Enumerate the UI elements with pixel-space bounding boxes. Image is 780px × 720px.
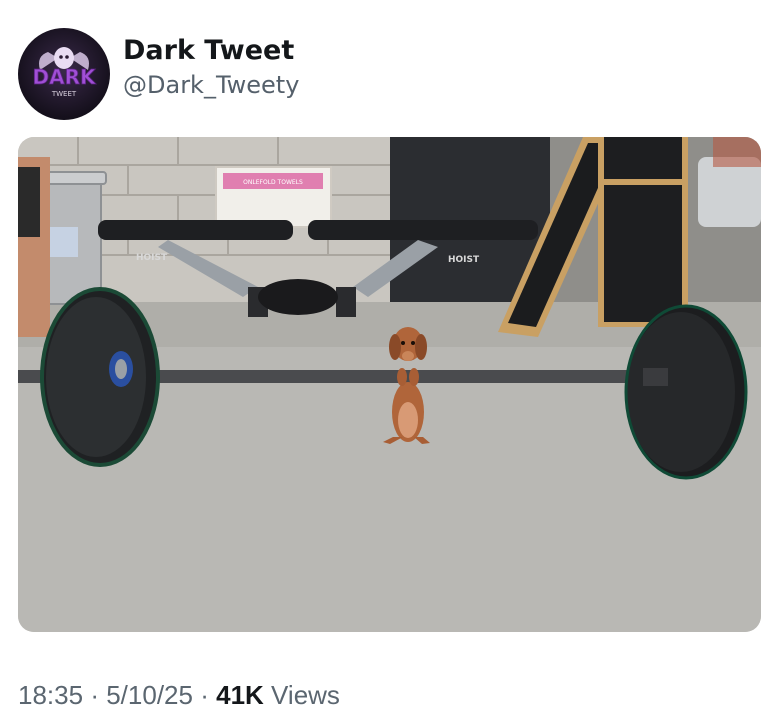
avatar-wordmark: DARK: [33, 65, 97, 89]
views-count[interactable]: 41K: [216, 680, 264, 710]
meta-separator: ·: [90, 680, 99, 710]
author-handle[interactable]: @Dark_Tweety: [123, 68, 299, 102]
towel-box-label: ONLEFOLD TOWELS: [243, 179, 303, 186]
author-avatar[interactable]: DARK TWEET: [18, 28, 110, 120]
tweet-photo[interactable]: ONLEFOLD TOWELS HOIST HOIST: [18, 137, 761, 632]
parked-car: [698, 157, 761, 227]
tweet-date[interactable]: 5/10/25: [106, 680, 193, 710]
barbell-bar: [118, 370, 663, 383]
bench-brand-right: HOIST: [448, 255, 480, 265]
tweet-meta: 18:35 · 5/10/25 · 41K Views: [18, 680, 340, 711]
author-display-name[interactable]: Dark Tweet: [123, 34, 299, 68]
tweet-header: DARK TWEET Dark Tweet @Dark_Tweety: [18, 28, 758, 124]
left-weight-plate: [40, 287, 160, 467]
avatar-ghost-icon: DARK TWEET: [32, 47, 97, 98]
views-label: Views: [271, 680, 340, 710]
bench-brand-left: HOIST: [136, 253, 168, 263]
photo-scene: ONLEFOLD TOWELS HOIST HOIST: [18, 137, 761, 632]
meta-separator: ·: [200, 680, 209, 710]
tweet-time[interactable]: 18:35: [18, 680, 83, 710]
towel-box: ONLEFOLD TOWELS: [215, 166, 332, 228]
right-weight-plate: [624, 304, 748, 480]
author-names: Dark Tweet @Dark_Tweety: [123, 34, 299, 102]
avatar-subtext: TWEET: [51, 90, 77, 98]
